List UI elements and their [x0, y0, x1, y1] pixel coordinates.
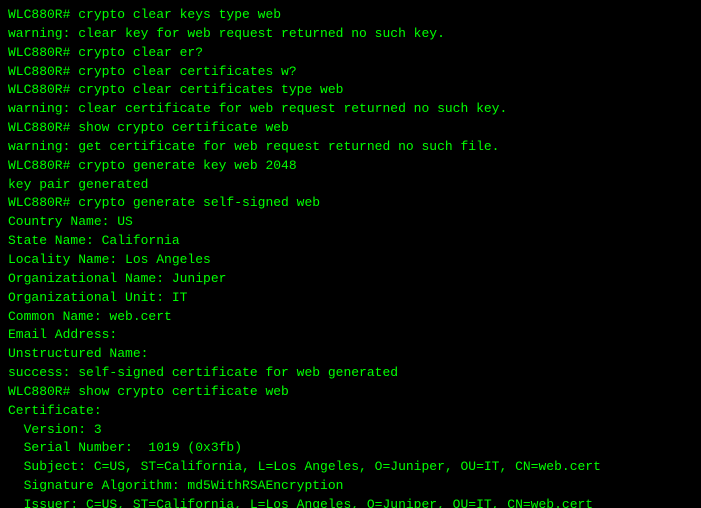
- terminal-line: Serial Number: 1019 (0x3fb): [8, 439, 693, 458]
- terminal-line: warning: get certificate for web request…: [8, 138, 693, 157]
- terminal-line: WLC880R# crypto generate key web 2048: [8, 157, 693, 176]
- terminal-window[interactable]: WLC880R# crypto clear keys type webwarni…: [0, 0, 701, 508]
- terminal-line: Issuer: C=US, ST=California, L=Los Angel…: [8, 496, 693, 508]
- terminal-line: Organizational Name: Juniper: [8, 270, 693, 289]
- terminal-line: Certificate:: [8, 402, 693, 421]
- terminal-line: Subject: C=US, ST=California, L=Los Ange…: [8, 458, 693, 477]
- terminal-line: warning: clear certificate for web reque…: [8, 100, 693, 119]
- terminal-line: Common Name: web.cert: [8, 308, 693, 327]
- terminal-line: success: self-signed certificate for web…: [8, 364, 693, 383]
- terminal-line: WLC880R# show crypto certificate web: [8, 383, 693, 402]
- terminal-line: Locality Name: Los Angeles: [8, 251, 693, 270]
- terminal-line: key pair generated: [8, 176, 693, 195]
- terminal-line: State Name: California: [8, 232, 693, 251]
- terminal-output: WLC880R# crypto clear keys type webwarni…: [8, 6, 693, 508]
- terminal-line: Version: 3: [8, 421, 693, 440]
- terminal-line: Organizational Unit: IT: [8, 289, 693, 308]
- terminal-line: WLC880R# crypto generate self-signed web: [8, 194, 693, 213]
- terminal-line: WLC880R# crypto clear certificates w?: [8, 63, 693, 82]
- terminal-line: Unstructured Name:: [8, 345, 693, 364]
- terminal-line: Email Address:: [8, 326, 693, 345]
- terminal-line: WLC880R# crypto clear keys type web: [8, 6, 693, 25]
- terminal-line: WLC880R# show crypto certificate web: [8, 119, 693, 138]
- terminal-line: Country Name: US: [8, 213, 693, 232]
- terminal-line: Signature Algorithm: md5WithRSAEncryptio…: [8, 477, 693, 496]
- terminal-line: WLC880R# crypto clear certificates type …: [8, 81, 693, 100]
- terminal-line: warning: clear key for web request retur…: [8, 25, 693, 44]
- terminal-line: WLC880R# crypto clear er?: [8, 44, 693, 63]
